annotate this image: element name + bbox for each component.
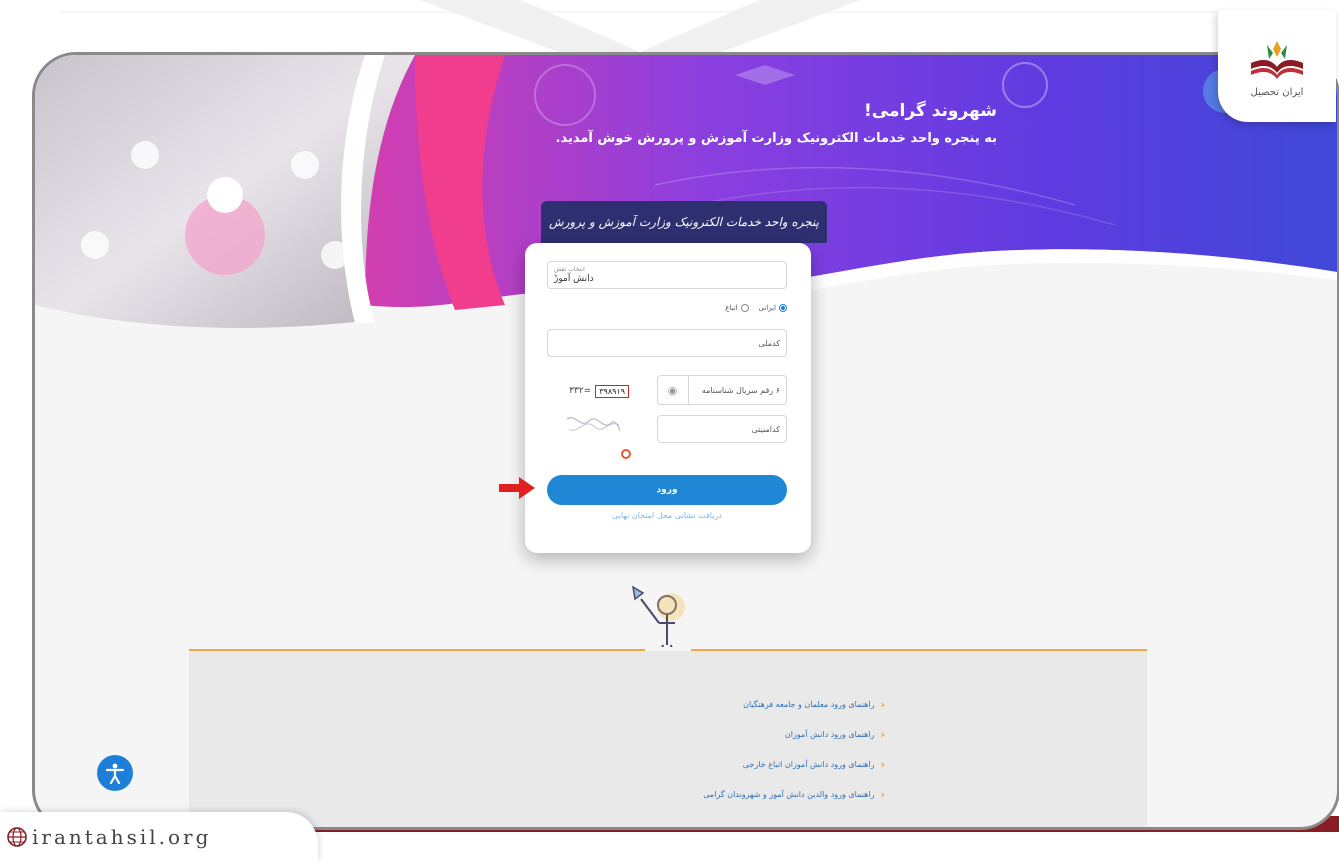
watermark: irantahsil.org xyxy=(0,812,318,862)
brand-name: ایران تحصیل xyxy=(1250,86,1304,98)
guide-link-label: راهنمای ورود معلمان و جامعه فرهنگیان xyxy=(743,699,875,709)
captcha-code-extra: =۳۳۲ xyxy=(569,386,592,396)
hero-subtitle: به پنجره واحد خدمات الکترونیک وزارت آموز… xyxy=(555,131,998,146)
page: شهروند گرامی! به پنجره واحد خدمات الکترو… xyxy=(0,0,1339,862)
role-label: انتخاب نقش xyxy=(554,265,585,273)
radio-iranian-label: ایرانی xyxy=(758,304,776,312)
watermark-text: irantahsil.org xyxy=(32,825,212,849)
guide-section: ‹ راهنمای ورود معلمان و جامعه فرهنگیان ‹… xyxy=(189,651,1147,827)
accessibility-icon xyxy=(105,763,125,784)
accessibility-button[interactable] xyxy=(97,755,133,791)
guide-list: ‹ راهنمای ورود معلمان و جامعه فرهنگیان ‹… xyxy=(465,693,885,813)
captcha-placeholder: کدامنیتی xyxy=(751,424,780,434)
guide-link-students[interactable]: ‹ راهنمای ورود دانش آموزان xyxy=(465,723,885,745)
refresh-captcha-icon[interactable] xyxy=(621,449,631,459)
red-arrow-icon xyxy=(499,477,535,499)
chevron-left-icon: ‹ xyxy=(880,727,885,741)
role-select[interactable]: انتخاب نقش دانش آموز ▾ xyxy=(547,261,787,289)
captcha-code: ۳۹۸۹۱۹ =۳۳۲ xyxy=(547,381,629,401)
browser-frame: شهروند گرامی! به پنجره واحد خدمات الکترو… xyxy=(32,52,1339,830)
login-button[interactable]: ورود xyxy=(547,475,787,505)
guide-link-label: راهنمای ورود دانش آموزان xyxy=(784,729,875,739)
captcha-code-box: ۳۹۸۹۱۹ xyxy=(595,384,629,398)
radio-foreign[interactable]: اتباع xyxy=(725,304,749,312)
globe-icon xyxy=(7,827,27,847)
nationality-radio-group: ایرانی اتباع xyxy=(547,301,787,315)
chevron-down-icon: ▾ xyxy=(554,272,558,280)
radio-selected-icon xyxy=(779,304,787,312)
captcha-input[interactable]: کدامنیتی xyxy=(657,415,787,443)
guide-link-foreign-students[interactable]: ‹ راهنمای ورود دانش آموزان اتباع خارجی xyxy=(465,753,885,775)
top-decoration xyxy=(60,0,1230,60)
chevron-left-icon: ‹ xyxy=(880,787,885,801)
national-code-placeholder: کدملی xyxy=(758,338,780,348)
radio-foreign-label: اتباع xyxy=(725,304,738,312)
login-card: انتخاب نقش دانش آموز ▾ ایرانی اتباع کدمل… xyxy=(525,243,811,553)
chevron-left-icon: ‹ xyxy=(880,757,885,771)
guide-link-label: راهنمای ورود دانش آموزان اتباع خارجی xyxy=(742,759,875,769)
hero-title: شهروند گرامی! xyxy=(864,101,997,121)
serial-placeholder: ۶ رقم سریال شناسنامه xyxy=(701,385,780,395)
eye-icon[interactable]: ◉ xyxy=(657,375,689,405)
role-value: دانش آموز xyxy=(554,273,594,284)
brand-logo: ایران تحصیل xyxy=(1218,10,1336,122)
exam-location-link[interactable]: دریافت نشانی محل امتحان نهایی xyxy=(547,511,787,525)
guide-link-label: راهنمای ورود والدین دانش آموز و شهروندان… xyxy=(703,789,875,799)
login-card-header: پنجره واحد خدمات الکترونیک وزارت آموزش و… xyxy=(541,201,827,243)
guide-link-parents[interactable]: ‹ راهنمای ورود والدین دانش آموز و شهروند… xyxy=(465,783,885,805)
guide-link-teachers[interactable]: ‹ راهنمای ورود معلمان و جامعه فرهنگیان xyxy=(465,693,885,715)
radio-unselected-icon xyxy=(740,304,749,312)
national-code-input[interactable]: کدملی xyxy=(547,329,787,357)
radio-iranian[interactable]: ایرانی xyxy=(759,304,787,312)
book-logo-icon xyxy=(1251,40,1303,79)
chevron-left-icon: ‹ xyxy=(880,697,885,711)
captcha-image xyxy=(566,417,621,432)
